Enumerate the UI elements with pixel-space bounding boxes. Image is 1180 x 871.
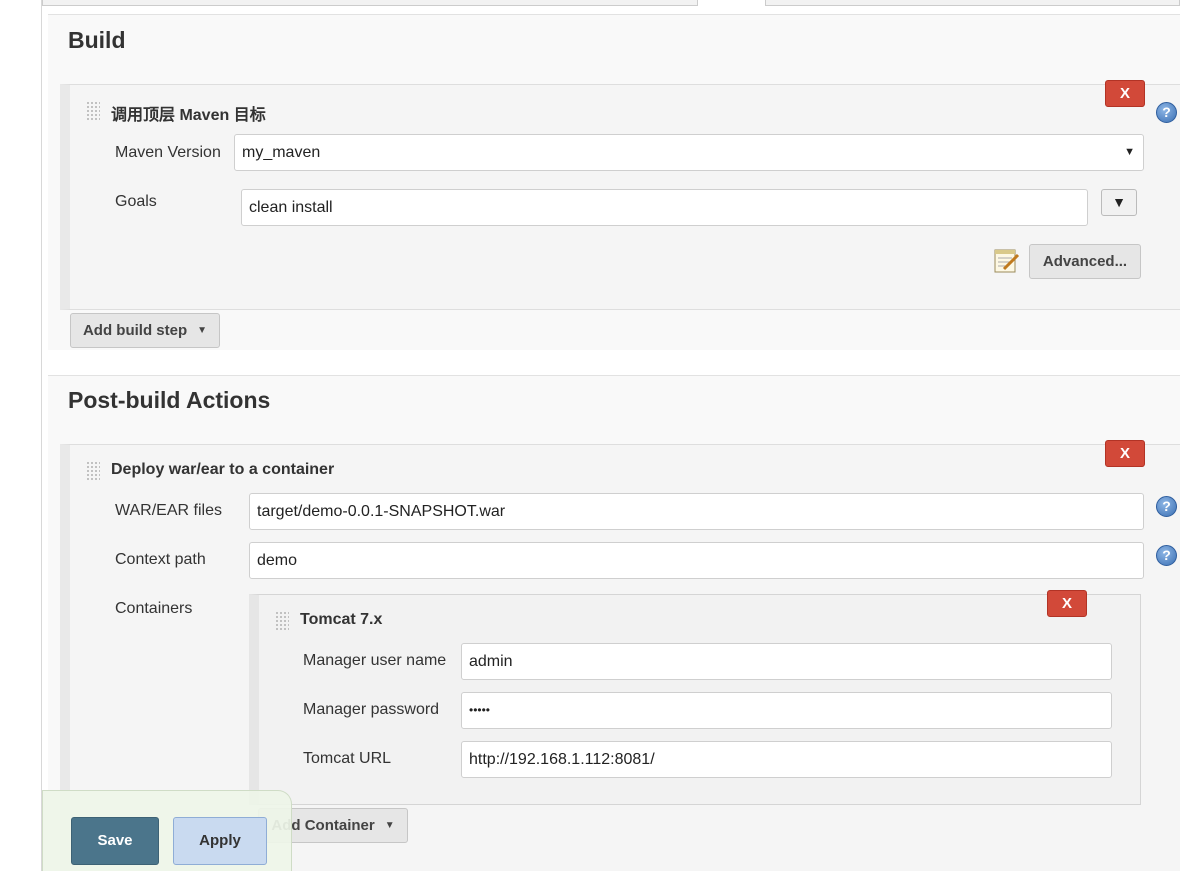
delete-container-button[interactable]: X (1047, 590, 1087, 617)
manager-password-input[interactable]: ••••• (461, 692, 1112, 729)
tab-right[interactable] (765, 0, 1180, 6)
help-icon[interactable]: ? (1156, 102, 1177, 123)
help-icon[interactable]: ? (1156, 545, 1177, 566)
notepad-icon[interactable] (992, 247, 1020, 275)
top-tabs (42, 0, 1180, 6)
caret-down-icon: ▼ (384, 820, 395, 831)
maven-version-value: my_maven (242, 144, 321, 161)
delete-maven-step-button[interactable]: X (1105, 80, 1145, 107)
goals-input[interactable]: clean install (241, 189, 1088, 226)
expand-goals-button[interactable]: ▼ (1101, 189, 1137, 216)
containers-label: Containers (115, 600, 193, 617)
add-build-step-button[interactable]: Add build step ▼ (70, 313, 220, 348)
save-button[interactable]: Save (71, 817, 159, 865)
tomcat-title: Tomcat 7.x (300, 611, 383, 628)
chevron-down-icon: ▼ (1124, 146, 1135, 158)
context-path-label: Context path (115, 551, 206, 568)
apply-button[interactable]: Apply (173, 817, 267, 865)
left-gutter (0, 0, 42, 871)
advanced-button[interactable]: Advanced... (1029, 244, 1141, 279)
post-build-section-title: Post-build Actions (68, 387, 271, 413)
build-section-title: Build (68, 27, 126, 53)
add-build-step-label: Add build step (82, 322, 188, 339)
context-path-input[interactable]: demo (249, 542, 1144, 579)
drag-handle-icon[interactable] (275, 611, 289, 631)
maven-step-title: 调用顶层 Maven 目标 (111, 107, 266, 124)
tab-left[interactable] (42, 0, 698, 6)
deploy-step-title: Deploy war/ear to a container (111, 461, 335, 478)
war-files-input[interactable]: target/demo-0.0.1-SNAPSHOT.war (249, 493, 1144, 530)
maven-version-label: Maven Version (115, 144, 221, 161)
caret-down-icon: ▼ (197, 325, 208, 336)
tomcat-url-input[interactable]: http://192.168.1.112:8081/ (461, 741, 1112, 778)
delete-deploy-step-button[interactable]: X (1105, 440, 1145, 467)
manager-password-label: Manager password (303, 701, 440, 718)
tomcat-url-label: Tomcat URL (303, 750, 392, 767)
manager-user-label: Manager user name (303, 652, 447, 669)
goals-label: Goals (115, 193, 157, 210)
war-files-label: WAR/EAR files (115, 502, 222, 519)
maven-version-select[interactable]: my_maven ▼ (234, 134, 1144, 171)
drag-handle-icon[interactable] (86, 461, 100, 481)
manager-user-input[interactable]: admin (461, 643, 1112, 680)
drag-handle-icon[interactable] (86, 101, 100, 121)
help-icon[interactable]: ? (1156, 496, 1177, 517)
